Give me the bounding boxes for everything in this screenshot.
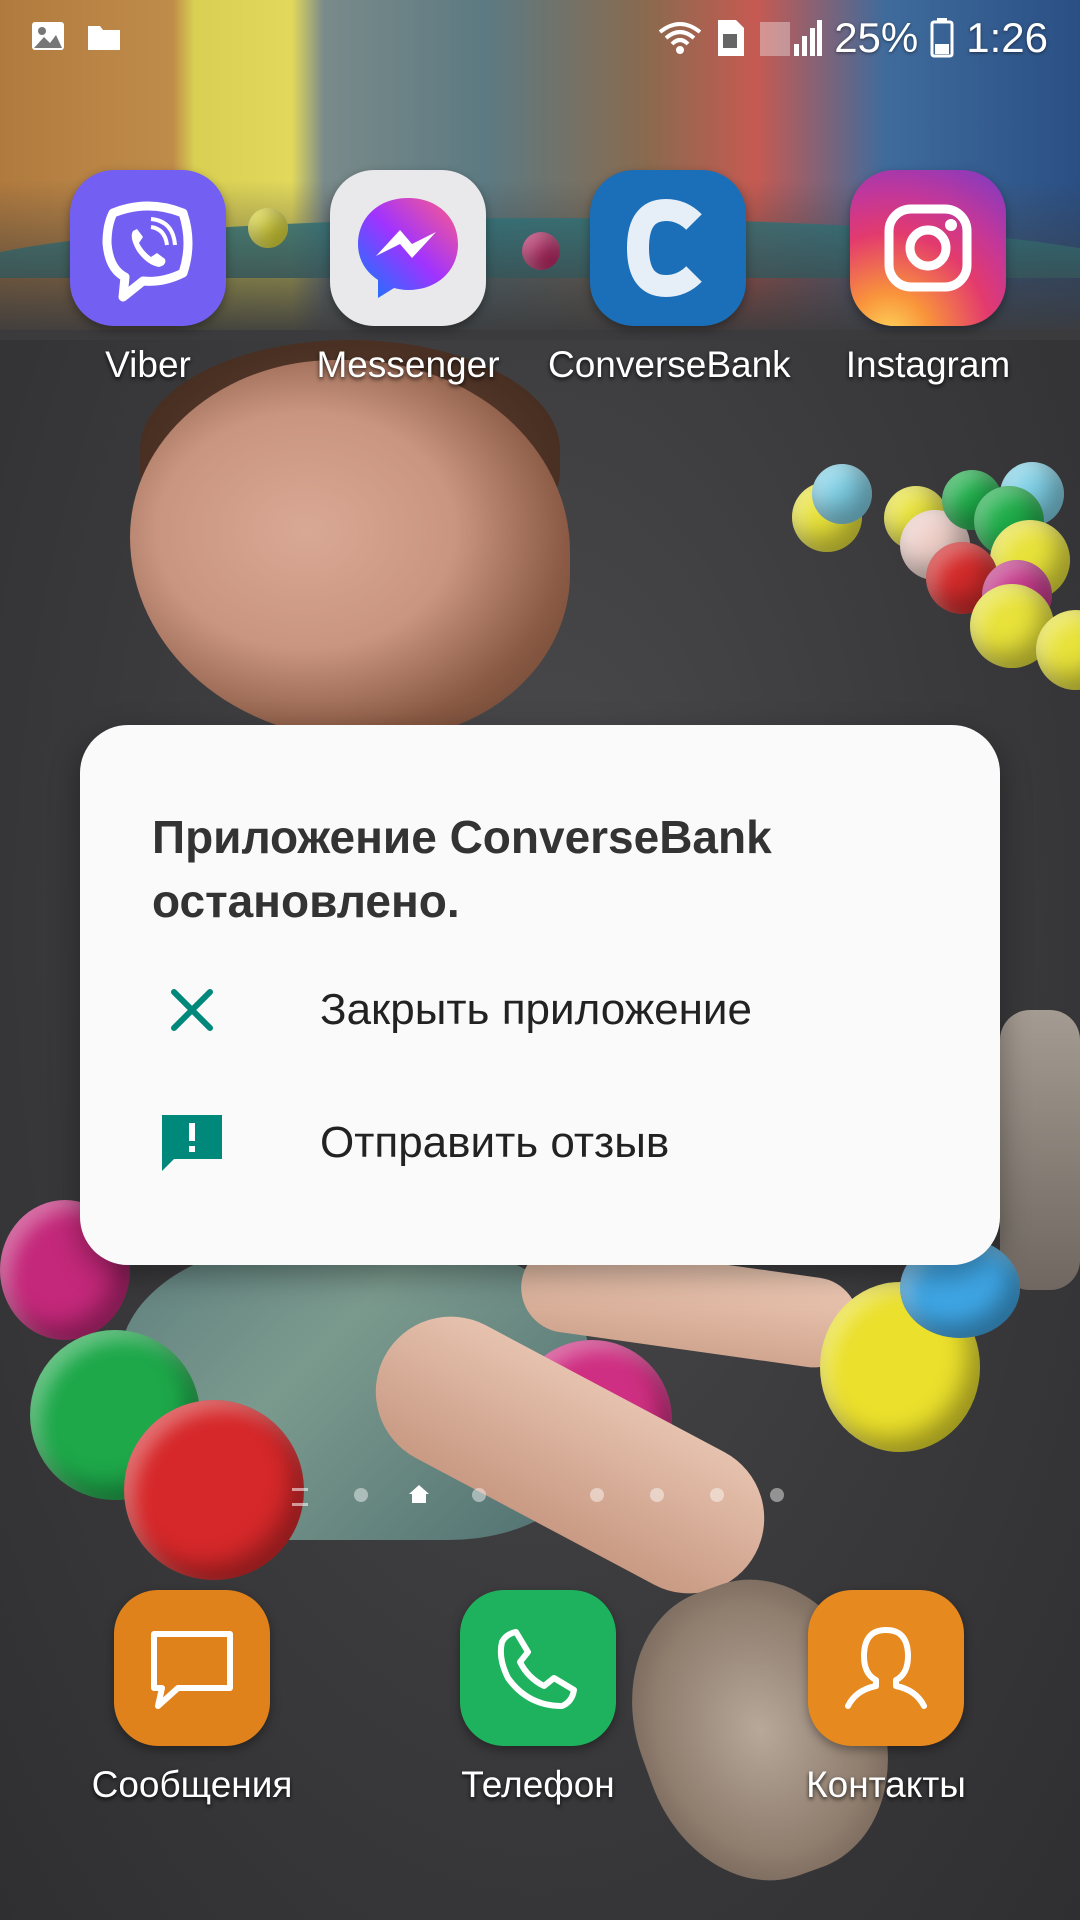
wifi-icon (658, 22, 702, 54)
app-messenger[interactable]: Messenger (288, 170, 528, 386)
feedback-icon (160, 1111, 224, 1175)
close-app-label: Закрыть приложение (320, 985, 752, 1034)
viber-icon (70, 170, 226, 326)
wallpaper-shoe (1000, 1010, 1080, 1290)
battery-icon (930, 18, 954, 58)
app-label: Телефон (461, 1764, 615, 1805)
home-screen: 25% 1:26 Viber Messenger ConverseBank In… (0, 0, 1080, 1920)
page-dot (354, 1488, 368, 1502)
conversebank-icon (590, 170, 746, 326)
folder-icon (88, 26, 120, 50)
app-viber[interactable]: Viber (28, 170, 268, 386)
phone-icon (460, 1590, 616, 1746)
send-feedback-label: Отправить отзыв (320, 1118, 670, 1167)
app-messages[interactable]: Сообщения (72, 1590, 312, 1806)
home-page-icon (408, 1484, 430, 1504)
app-conversebank[interactable]: ConverseBank (548, 170, 791, 386)
battery-percent: 25% (834, 14, 919, 61)
app-label: Instagram (845, 344, 1011, 385)
wallpaper-ball (812, 464, 872, 524)
page-dot (770, 1488, 784, 1502)
app-label: Messenger (316, 344, 500, 385)
app-contacts[interactable]: Контакты (766, 1590, 1006, 1806)
page-indicator-menu (292, 1488, 308, 1506)
app-phone[interactable]: Телефон (418, 1590, 658, 1806)
page-dot (590, 1488, 604, 1502)
contacts-icon (808, 1590, 964, 1746)
close-icon (160, 978, 224, 1042)
messages-icon (114, 1590, 270, 1746)
signal-icon (760, 20, 823, 56)
instagram-icon (850, 170, 1006, 326)
gallery-icon (32, 22, 64, 50)
app-label: Контакты (806, 1764, 966, 1805)
page-dot (472, 1488, 486, 1502)
page-dot (710, 1488, 724, 1502)
send-feedback-option[interactable]: Отправить отзыв (80, 1083, 1000, 1203)
app-label: ConverseBank (548, 344, 791, 385)
page-dot (650, 1488, 664, 1502)
page-indicator[interactable] (0, 1482, 1080, 1506)
sim-card-icon (718, 20, 745, 56)
app-label: Viber (105, 344, 191, 385)
app-stopped-dialog: Приложение ConverseBank остановлено. Зак… (80, 725, 1000, 1265)
dialog-title: Приложение ConverseBank остановлено. (152, 811, 772, 927)
close-app-option[interactable]: Закрыть приложение (80, 950, 1000, 1070)
status-bar: 25% 1:26 (0, 0, 1080, 78)
app-label: Сообщения (91, 1764, 293, 1805)
clock: 1:26 (966, 14, 1048, 61)
app-instagram[interactable]: Instagram (808, 170, 1048, 386)
messenger-icon (330, 170, 486, 326)
